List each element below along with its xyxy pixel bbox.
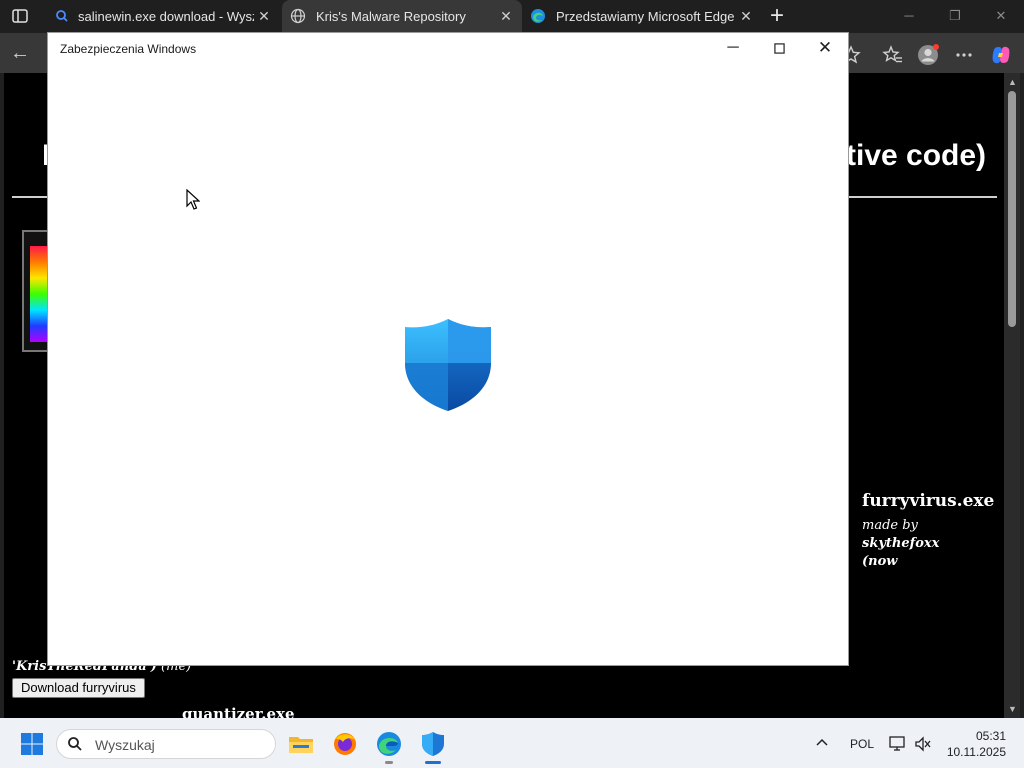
windows-security-shield-icon	[405, 319, 491, 411]
made-by-label: made by	[862, 518, 918, 533]
page-heading-continuation: tive code)	[846, 139, 987, 172]
quantizer-title: quantizer.exe	[182, 705, 295, 718]
firefox-icon[interactable]	[331, 730, 359, 758]
close-tab-icon[interactable]: ✕	[256, 8, 272, 24]
author-now-text: (now	[862, 554, 898, 569]
edge-icon	[531, 9, 545, 23]
browser-close-icon[interactable]: ✕	[992, 8, 1010, 24]
profile-avatar-icon[interactable]	[917, 44, 939, 66]
edge-running-indicator	[385, 761, 393, 764]
copilot-icon[interactable]	[990, 44, 1012, 66]
tab-title: Przedstawiamy Microsoft Edge	[556, 9, 735, 24]
taskbar: Wyszukaj POL 05:31 10.11.2025	[0, 718, 1024, 768]
close-tab-icon[interactable]: ✕	[498, 8, 514, 24]
volume-muted-icon[interactable]	[914, 736, 932, 752]
more-options-icon[interactable]	[953, 44, 975, 66]
file-explorer-icon[interactable]	[287, 730, 315, 758]
scroll-thumb[interactable]	[1008, 91, 1016, 327]
sidebar-toggle-icon[interactable]	[12, 8, 28, 24]
furryvirus-title: furryvirus.exe	[862, 491, 995, 511]
search-placeholder: Wyszukaj	[95, 737, 155, 753]
tab-title: salinewin.exe download - Wyszuk	[78, 9, 254, 24]
edge-icon[interactable]	[375, 730, 403, 758]
clock-date[interactable]: 10.11.2025	[946, 745, 1006, 759]
search-icon	[68, 737, 82, 751]
close-icon[interactable]: ✕	[816, 37, 834, 59]
tab-title: Kris's Malware Repository	[316, 9, 466, 24]
tab-microsoft-edge[interactable]: Przedstawiamy Microsoft Edge ✕	[522, 0, 762, 33]
clock-time[interactable]: 05:31	[968, 729, 1006, 743]
page-scrollbar[interactable]: ▲ ▼	[1004, 73, 1020, 718]
browser-minimize-icon[interactable]: ─	[900, 8, 918, 24]
scroll-up-arrow-icon[interactable]: ▲	[1008, 77, 1017, 87]
new-tab-button[interactable]: +	[770, 2, 784, 30]
author-name: skythefoxx	[862, 536, 940, 551]
taskbar-search-box[interactable]: Wyszukaj	[56, 729, 276, 759]
browser-tab-strip: salinewin.exe download - Wyszuk ✕ Kris's…	[0, 0, 1024, 33]
favorites-icon[interactable]	[882, 44, 904, 66]
globe-icon	[290, 8, 306, 24]
back-arrow-icon[interactable]: ←	[8, 41, 32, 65]
network-icon[interactable]	[889, 736, 907, 752]
tab-salinewin-search[interactable]: salinewin.exe download - Wyszuk ✕	[44, 0, 280, 33]
window-title: Zabezpieczenia Windows	[60, 42, 197, 56]
furryvirus-credit: made by skythefoxx (now	[862, 517, 997, 571]
scroll-down-arrow-icon[interactable]: ▼	[1008, 704, 1017, 714]
close-tab-icon[interactable]: ✕	[738, 8, 754, 24]
chevron-up-icon[interactable]	[814, 734, 830, 750]
mouse-cursor-icon	[186, 189, 200, 210]
minimize-icon[interactable]: ─	[724, 37, 742, 59]
windows-security-icon[interactable]	[419, 730, 447, 758]
search-icon	[56, 10, 68, 22]
windows-security-window: Zabezpieczenia Windows ─ ✕	[48, 33, 848, 665]
windows-security-active-indicator	[425, 761, 441, 764]
browser-restore-icon[interactable]: ❐	[946, 8, 964, 24]
tab-kris-malware-repository[interactable]: Kris's Malware Repository ✕	[282, 0, 522, 33]
language-indicator[interactable]: POL	[850, 737, 874, 751]
download-furryvirus-button[interactable]: Download furryvirus	[12, 678, 145, 698]
maximize-icon[interactable]	[770, 37, 788, 59]
windows-start-icon[interactable]	[20, 732, 44, 756]
